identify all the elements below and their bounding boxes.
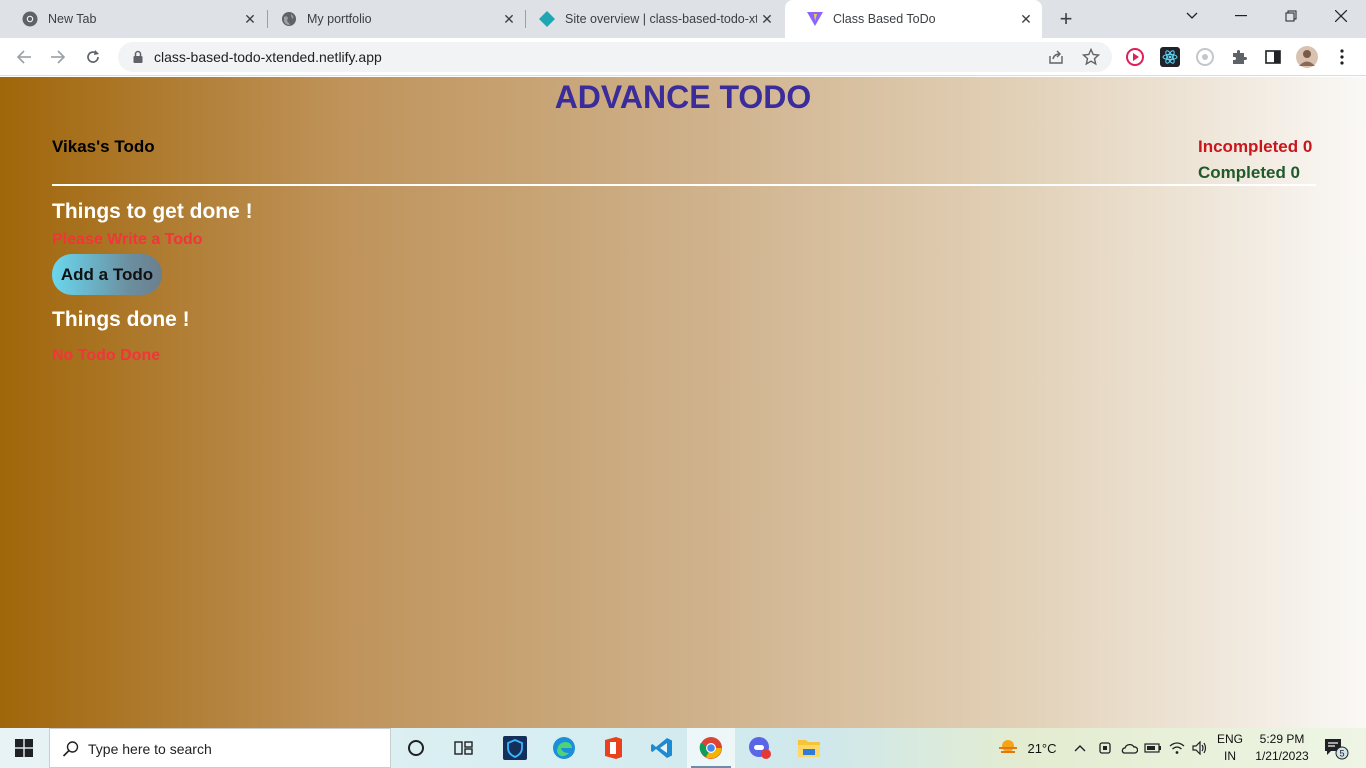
meet-now-icon[interactable] [1095, 728, 1115, 768]
tab-my-portfolio[interactable]: My portfolio ✕ [259, 0, 525, 38]
completed-count: Completed 0 [1198, 163, 1301, 182]
file-explorer-icon[interactable] [785, 728, 833, 768]
tab-title: My portfolio [307, 12, 372, 26]
new-tab-icon[interactable]: + [1052, 5, 1080, 33]
forward-icon[interactable] [43, 42, 73, 72]
clock-date: 1/21/2023 [1255, 749, 1309, 763]
close-tab-icon[interactable]: ✕ [240, 9, 260, 29]
header-divider [52, 184, 1316, 186]
language-code: ENG [1216, 732, 1243, 746]
taskbar-search-box[interactable]: Type here to search [49, 728, 391, 768]
tab-class-based-todo[interactable]: Class Based ToDo ✕ [785, 0, 1042, 38]
tab-title: Site overview | class-based-todo-xte [565, 12, 757, 26]
close-tab-icon[interactable]: ✕ [499, 9, 519, 29]
address-bar[interactable]: class-based-todo-xtended.netlify.app [118, 42, 1112, 72]
todo-app-page: ADVANCE TODO Vikas's Todo Incompleted 0 … [0, 77, 1366, 728]
netlify-icon [539, 11, 555, 27]
battery-icon[interactable] [1143, 728, 1163, 768]
extensions-puzzle-icon[interactable] [1228, 46, 1250, 68]
user-todo-heading: Vikas's Todo [52, 137, 155, 156]
browser-toolbar: class-based-todo-xtended.netlify.app [0, 38, 1366, 76]
notification-center-icon[interactable]: 5 [1318, 728, 1354, 768]
tab-title: Class Based ToDo [833, 12, 936, 26]
security-app-icon[interactable] [491, 728, 539, 768]
minimize-icon[interactable] [1217, 0, 1265, 32]
bookmark-star-icon[interactable] [1081, 47, 1101, 67]
cortana-icon[interactable] [392, 728, 440, 768]
tab-search-icon[interactable] [1168, 0, 1216, 32]
url-text: class-based-todo-xtended.netlify.app [154, 49, 382, 65]
done-section-title: Things done ! [52, 308, 190, 331]
screen-recorder-extension-icon[interactable] [1124, 46, 1146, 68]
share-icon[interactable] [1046, 47, 1066, 67]
restore-icon[interactable] [1267, 0, 1315, 32]
close-tab-icon[interactable]: ✕ [1016, 9, 1036, 29]
notification-count: 5 [1339, 749, 1344, 759]
office-icon[interactable] [589, 728, 637, 768]
incompleted-count: Incompleted 0 [1198, 137, 1313, 156]
language-indicator[interactable]: ENG IN [1215, 731, 1245, 765]
search-placeholder: Type here to search [88, 741, 212, 757]
add-todo-button[interactable]: Add a Todo [52, 254, 162, 295]
lock-icon[interactable] [130, 49, 146, 65]
reload-icon[interactable] [78, 42, 108, 72]
chrome-taskbar-icon[interactable] [687, 728, 735, 768]
close-tab-icon[interactable]: ✕ [757, 9, 777, 29]
search-icon [62, 740, 80, 758]
weather-icon[interactable] [996, 728, 1020, 768]
task-view-icon[interactable] [440, 728, 488, 768]
react-devtools-extension-icon[interactable] [1159, 46, 1181, 68]
vscode-icon[interactable] [638, 728, 686, 768]
tab-title: New Tab [48, 12, 97, 26]
windows-start-icon[interactable] [0, 728, 48, 768]
onedrive-icon[interactable] [1118, 728, 1140, 768]
volume-icon[interactable] [1190, 728, 1210, 768]
chrome-icon [22, 11, 38, 27]
globe-icon [281, 11, 297, 27]
show-hidden-icons-icon[interactable] [1070, 728, 1090, 768]
close-window-icon[interactable] [1317, 0, 1365, 32]
game-app-icon[interactable] [736, 728, 784, 768]
app-title: ADVANCE TODO [554, 79, 812, 115]
windows-taskbar: Type here to search 21°C ENG IN 5:29 PM … [0, 728, 1366, 768]
edge-icon[interactable] [540, 728, 588, 768]
empty-done-message: No Todo Done [52, 347, 161, 364]
tab-strip: New Tab ✕ My portfolio ✕ Site overview |… [0, 0, 1366, 38]
extension-circle-icon[interactable] [1194, 46, 1216, 68]
todo-section-title: Things to get done ! [52, 200, 253, 223]
temperature-text[interactable]: 21°C [1024, 728, 1060, 768]
taskbar-clock[interactable]: 5:29 PM 1/21/2023 [1252, 731, 1312, 765]
side-panel-icon[interactable] [1262, 46, 1284, 68]
back-icon[interactable] [9, 42, 39, 72]
tab-new-tab[interactable]: New Tab ✕ [0, 0, 266, 38]
language-region: IN [1224, 749, 1236, 763]
tab-site-overview[interactable]: Site overview | class-based-todo-xte ✕ [517, 0, 783, 38]
wifi-icon[interactable] [1167, 728, 1187, 768]
empty-todo-message: Please Write a Todo [52, 231, 203, 248]
clock-time: 5:29 PM [1259, 732, 1305, 746]
profile-avatar[interactable] [1296, 46, 1318, 68]
chrome-menu-icon[interactable] [1331, 46, 1353, 68]
vite-icon [807, 11, 823, 27]
